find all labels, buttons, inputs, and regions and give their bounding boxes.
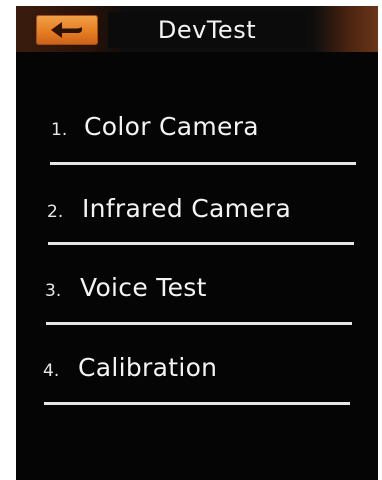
divider [48, 242, 354, 245]
back-arrow-icon [51, 22, 82, 38]
menu-item-label: Voice Test [80, 273, 207, 302]
menu-item-calibration[interactable]: 4. Calibration [16, 345, 378, 405]
divider [46, 322, 352, 325]
menu-item-infrared-camera[interactable]: 2. Infrared Camera [16, 186, 378, 246]
menu-item-number: 2. [47, 202, 64, 222]
divider [44, 402, 350, 405]
title-bar: DevTest [16, 6, 378, 52]
menu-item-color-camera[interactable]: 1. Color Camera [16, 104, 378, 164]
menu-item-number: 1. [51, 120, 68, 140]
menu-item-label: Color Camera [84, 112, 259, 141]
menu-item-number: 3. [45, 281, 62, 301]
menu-item-voice-test[interactable]: 3. Voice Test [16, 265, 378, 325]
menu-item-number: 4. [43, 361, 60, 381]
menu-item-label: Calibration [78, 353, 218, 382]
menu-item-label: Infrared Camera [82, 194, 292, 223]
device-screen: DevTest 1. Color Camera 2. Infrared Came… [16, 6, 378, 480]
page-title: DevTest [157, 16, 257, 44]
back-button[interactable] [36, 15, 98, 45]
divider [50, 162, 356, 165]
